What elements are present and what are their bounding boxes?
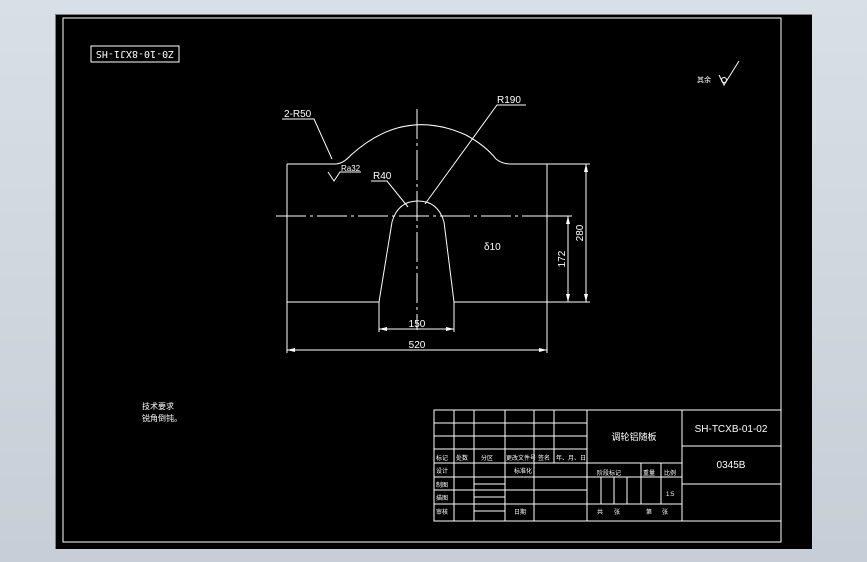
- tb-header-3: 分区: [481, 454, 493, 462]
- label-thickness: δ10: [484, 242, 501, 253]
- label-r190: R190: [497, 95, 521, 106]
- tb-stage-label: 阶段标记: [597, 469, 621, 477]
- tb-role2-1: 标准化: [514, 467, 532, 475]
- tb-material-code: 0345B: [717, 460, 746, 471]
- tb-drawing-number: SH-TCXB-01-02: [695, 424, 768, 435]
- label-150: 150: [409, 319, 426, 330]
- notes-title: 技术要求: [142, 401, 174, 411]
- cad-drawing: Z0-10-8XJ1-HS 其余 2-R50 R190 R40 Ra32 δ10: [62, 17, 782, 543]
- tb-scale-value: 1:5: [666, 492, 675, 498]
- tb-role-4: 审核: [436, 508, 448, 516]
- tb-part-name: 调轮铝随板: [611, 431, 656, 442]
- leader-r40: [371, 180, 409, 208]
- tb-header-6: 年、月、日: [556, 454, 586, 462]
- leader-r190: [424, 104, 526, 205]
- tb-page-label: 第: [646, 508, 652, 516]
- notes-line1: 锐角倒钝。: [142, 413, 182, 423]
- roughness-circle-icon: [721, 77, 727, 83]
- tb-header-5: 签名: [538, 454, 550, 462]
- code-box-text: Z0-10-8XJ1-HS: [96, 48, 174, 59]
- tb-sheet-label-1: 张: [614, 508, 620, 516]
- tb-role-3: 描图: [436, 494, 448, 502]
- label-r50: 2-R50: [284, 109, 312, 120]
- tb-header-1: 标记: [436, 454, 448, 462]
- label-172: 172: [557, 250, 568, 267]
- leader-r50: [282, 118, 333, 160]
- tb-sheet-label-2: 张: [662, 508, 668, 516]
- tb-sheets-label: 共: [597, 508, 603, 516]
- tb-role-1: 设计: [436, 467, 448, 475]
- label-r40: R40: [373, 171, 392, 182]
- drawing-canvas: Z0-10-8XJ1-HS 其余 2-R50 R190 R40 Ra32 δ10: [55, 14, 812, 549]
- tb-header-2: 处数: [456, 454, 468, 462]
- tb-header-4: 更改文件号: [506, 454, 536, 462]
- tb-role2-4: 日期: [514, 508, 526, 516]
- tb-weight-label: 重量: [643, 469, 655, 477]
- surface-finish-icon: [327, 171, 361, 182]
- label-520: 520: [409, 340, 426, 351]
- roughness-corner-label: 其余: [697, 75, 711, 84]
- label-ra32: Ra32: [341, 164, 361, 173]
- label-280: 280: [575, 224, 586, 241]
- tb-role-2: 制图: [436, 481, 448, 489]
- tb-scale-label: 比例: [664, 469, 676, 477]
